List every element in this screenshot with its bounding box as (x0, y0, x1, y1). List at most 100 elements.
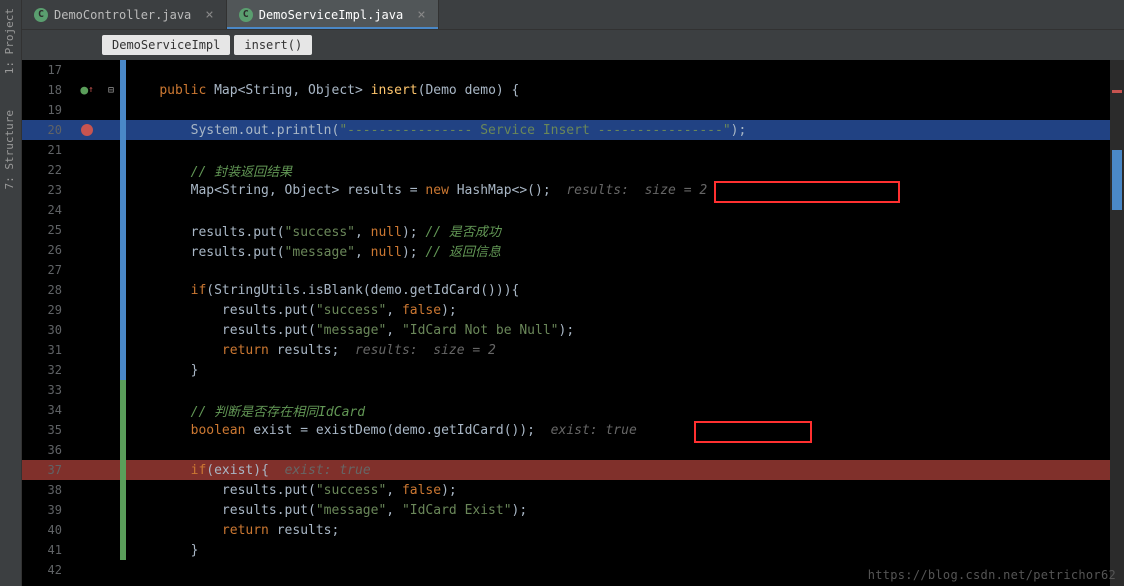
line-number: 23 (22, 183, 72, 197)
change-marker (120, 560, 126, 580)
change-marker (120, 260, 126, 280)
project-tool-label: 1: Project (3, 8, 16, 74)
editor-scrollbar[interactable] (1110, 60, 1124, 586)
code-line[interactable]: 20 System.out.println("---------------- … (22, 120, 1124, 140)
tab-demoserviceimpl[interactable]: C DemoServiceImpl.java × (227, 0, 439, 29)
code-line[interactable]: 40 return results; (22, 520, 1124, 540)
code-line[interactable]: 24 (22, 200, 1124, 220)
gutter-marks: ●↑ (72, 83, 102, 98)
line-number: 27 (22, 263, 72, 277)
structure-tool-label: 7: Structure (3, 110, 16, 189)
line-number: 29 (22, 303, 72, 317)
line-number: 20 (22, 123, 72, 137)
code-content[interactable]: boolean exist = existDemo(demo.getIdCard… (126, 423, 1124, 438)
code-line[interactable]: 36 (22, 440, 1124, 460)
change-marker (120, 60, 126, 80)
line-number: 26 (22, 243, 72, 257)
fold-column: ⊟ (102, 85, 120, 96)
code-content[interactable]: results.put("message", "IdCard Not be Nu… (126, 323, 1124, 338)
code-content[interactable]: Map<String, Object> results = new HashMa… (126, 183, 1124, 198)
watermark-text: https://blog.csdn.net/petrichor62 (868, 568, 1116, 582)
line-number: 34 (22, 403, 72, 417)
code-content[interactable]: return results; (126, 523, 1124, 538)
tab-label: DemoController.java (54, 8, 191, 22)
tab-label: DemoServiceImpl.java (259, 8, 404, 22)
code-content[interactable]: return results; results: size = 2 (126, 343, 1124, 358)
code-content[interactable]: results.put("success", null); // 是否成功 (126, 221, 1124, 240)
line-number: 37 (22, 463, 72, 477)
gutter-marks (72, 124, 102, 136)
code-line[interactable]: 22 // 封装返回结果 (22, 160, 1124, 180)
line-number: 30 (22, 323, 72, 337)
line-number: 33 (22, 383, 72, 397)
code-line[interactable]: 23 Map<String, Object> results = new Has… (22, 180, 1124, 200)
line-number: 19 (22, 103, 72, 117)
code-line[interactable]: 29 results.put("success", false); (22, 300, 1124, 320)
code-content[interactable]: results.put("success", false); (126, 483, 1124, 498)
code-content[interactable]: // 判断是否存在相同IdCard (126, 401, 1124, 420)
breadcrumb-method[interactable]: insert() (234, 35, 312, 55)
tab-democontroller[interactable]: C DemoController.java × (22, 0, 227, 29)
line-number: 35 (22, 423, 72, 437)
breakpoint-icon[interactable] (81, 124, 93, 136)
line-number: 22 (22, 163, 72, 177)
close-icon[interactable]: × (417, 7, 425, 23)
code-line[interactable]: 41 } (22, 540, 1124, 560)
code-line[interactable]: 19 (22, 100, 1124, 120)
code-line[interactable]: 38 results.put("success", false); (22, 480, 1124, 500)
code-content[interactable]: if(exist){ exist: true (126, 463, 1124, 478)
code-content[interactable]: } (126, 363, 1124, 378)
code-content[interactable]: if(StringUtils.isBlank(demo.getIdCard())… (126, 283, 1124, 298)
fold-toggle-icon[interactable]: ⊟ (108, 85, 114, 96)
code-line[interactable]: 21 (22, 140, 1124, 160)
code-content[interactable]: results.put("success", false); (126, 303, 1124, 318)
code-line[interactable]: 26 results.put("message", null); // 返回信息 (22, 240, 1124, 260)
change-marker (120, 440, 126, 460)
code-line[interactable]: 25 results.put("success", null); // 是否成功 (22, 220, 1124, 240)
code-content[interactable]: results.put("message", null); // 返回信息 (126, 241, 1124, 260)
code-line[interactable]: 37 if(exist){ exist: true (22, 460, 1124, 480)
code-content[interactable]: public Map<String, Object> insert(Demo d… (126, 83, 1124, 98)
breadcrumb-class[interactable]: DemoServiceImpl (102, 35, 230, 55)
breadcrumb: DemoServiceImpl insert() (22, 30, 1124, 60)
code-line[interactable]: 31 return results; results: size = 2 (22, 340, 1124, 360)
editor-tabs: C DemoController.java × C DemoServiceImp… (22, 0, 1124, 30)
line-number: 40 (22, 523, 72, 537)
change-marker (120, 380, 126, 400)
code-content[interactable]: } (126, 543, 1124, 558)
line-number: 32 (22, 363, 72, 377)
tool-window-bar: 1: Project 7: Structure (0, 0, 22, 586)
code-line[interactable]: 28 if(StringUtils.isBlank(demo.getIdCard… (22, 280, 1124, 300)
project-tool-button[interactable]: 1: Project (0, 0, 19, 82)
code-line[interactable]: 32 } (22, 360, 1124, 380)
change-marker (120, 140, 126, 160)
line-number: 31 (22, 343, 72, 357)
code-line[interactable]: 33 (22, 380, 1124, 400)
change-marker (120, 100, 126, 120)
code-content[interactable]: results.put("message", "IdCard Exist"); (126, 503, 1124, 518)
line-number: 36 (22, 443, 72, 457)
code-content[interactable]: System.out.println("---------------- Ser… (126, 123, 1124, 138)
code-line[interactable]: 35 boolean exist = existDemo(demo.getIdC… (22, 420, 1124, 440)
close-icon[interactable]: × (205, 7, 213, 23)
code-line[interactable]: 27 (22, 260, 1124, 280)
change-marker (120, 200, 126, 220)
line-number: 39 (22, 503, 72, 517)
line-number: 17 (22, 63, 72, 77)
line-number: 21 (22, 143, 72, 157)
line-number: 25 (22, 223, 72, 237)
code-line[interactable]: 18●↑ ⊟ public Map<String, Object> insert(… (22, 80, 1124, 100)
code-content[interactable]: // 封装返回结果 (126, 161, 1124, 180)
code-line[interactable]: 39 results.put("message", "IdCard Exist"… (22, 500, 1124, 520)
line-number: 42 (22, 563, 72, 577)
line-number: 38 (22, 483, 72, 497)
line-number: 18 (22, 83, 72, 97)
code-line[interactable]: 17 (22, 60, 1124, 80)
code-line[interactable]: 34 // 判断是否存在相同IdCard (22, 400, 1124, 420)
code-line[interactable]: 30 results.put("message", "IdCard Not be… (22, 320, 1124, 340)
java-class-icon: C (239, 8, 253, 22)
line-number: 41 (22, 543, 72, 557)
structure-tool-button[interactable]: 7: Structure (0, 102, 19, 197)
code-editor[interactable]: 17 18●↑ ⊟ public Map<String, Object> inser… (22, 60, 1124, 586)
line-number: 24 (22, 203, 72, 217)
